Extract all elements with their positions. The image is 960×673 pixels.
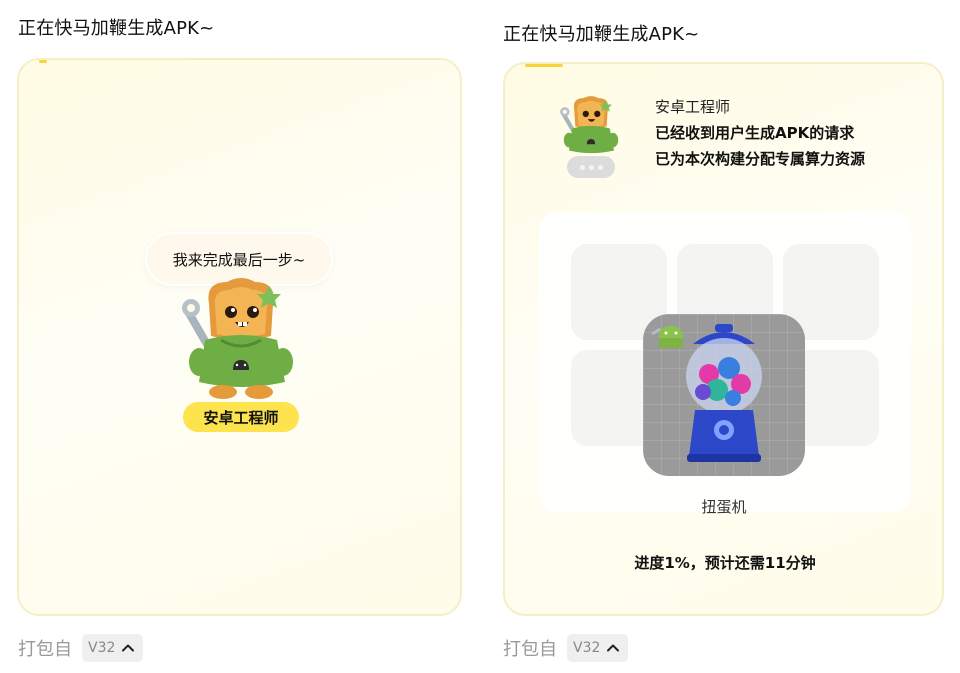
right-footer-label: 打包自 — [503, 639, 557, 660]
left-progress-strip — [39, 60, 47, 63]
left-footer: 打包自 V32 — [18, 634, 144, 662]
game-label: 扭蛋机 — [701, 498, 747, 516]
role-name-badge: 安卓工程师 — [183, 402, 299, 432]
left-panel-title: 正在快马加鞭生成APK~ — [18, 18, 215, 39]
right-panel-title: 正在快马加鞭生成APK~ — [503, 24, 700, 45]
left-version-toggle-button[interactable]: V32 — [82, 634, 144, 662]
left-build-card: 我来完成最后一步~ 安卓工程师 — [17, 58, 462, 616]
typing-dot — [597, 164, 603, 170]
typing-dot — [579, 164, 585, 170]
mascot-avatar-icon — [560, 96, 619, 154]
gumball-machine-game-button[interactable] — [643, 314, 805, 476]
right-version-toggle-button[interactable]: V32 — [567, 634, 629, 662]
chevron-up-icon — [122, 644, 135, 652]
right-progress-strip — [525, 64, 563, 67]
build-progress-text: 进度1%，预计还需11分钟 — [634, 554, 816, 572]
right-build-card: 安卓工程师 已经收到用户生成APK的请求 已为本次构建分配专属算力资源 扭蛋机 … — [503, 62, 944, 616]
right-footer: 打包自 V32 — [503, 634, 629, 662]
chevron-up-icon — [607, 644, 620, 652]
role-name-text: 安卓工程师 — [203, 408, 279, 427]
typing-dot — [588, 164, 594, 170]
right-version-text: V32 — [573, 640, 601, 656]
mascot-toast-engineer-icon — [182, 278, 293, 399]
message-line-2: 已为本次构建分配专属算力资源 — [655, 150, 866, 168]
android-mascot-icon — [651, 326, 683, 348]
message-sender-name: 安卓工程师 — [655, 98, 731, 116]
message-line-1: 已经收到用户生成APK的请求 — [655, 124, 855, 142]
typing-indicator — [567, 156, 615, 178]
left-footer-label: 打包自 — [18, 639, 72, 660]
speech-bubble-text: 我来完成最后一步~ — [172, 250, 306, 269]
left-version-text: V32 — [88, 640, 116, 656]
